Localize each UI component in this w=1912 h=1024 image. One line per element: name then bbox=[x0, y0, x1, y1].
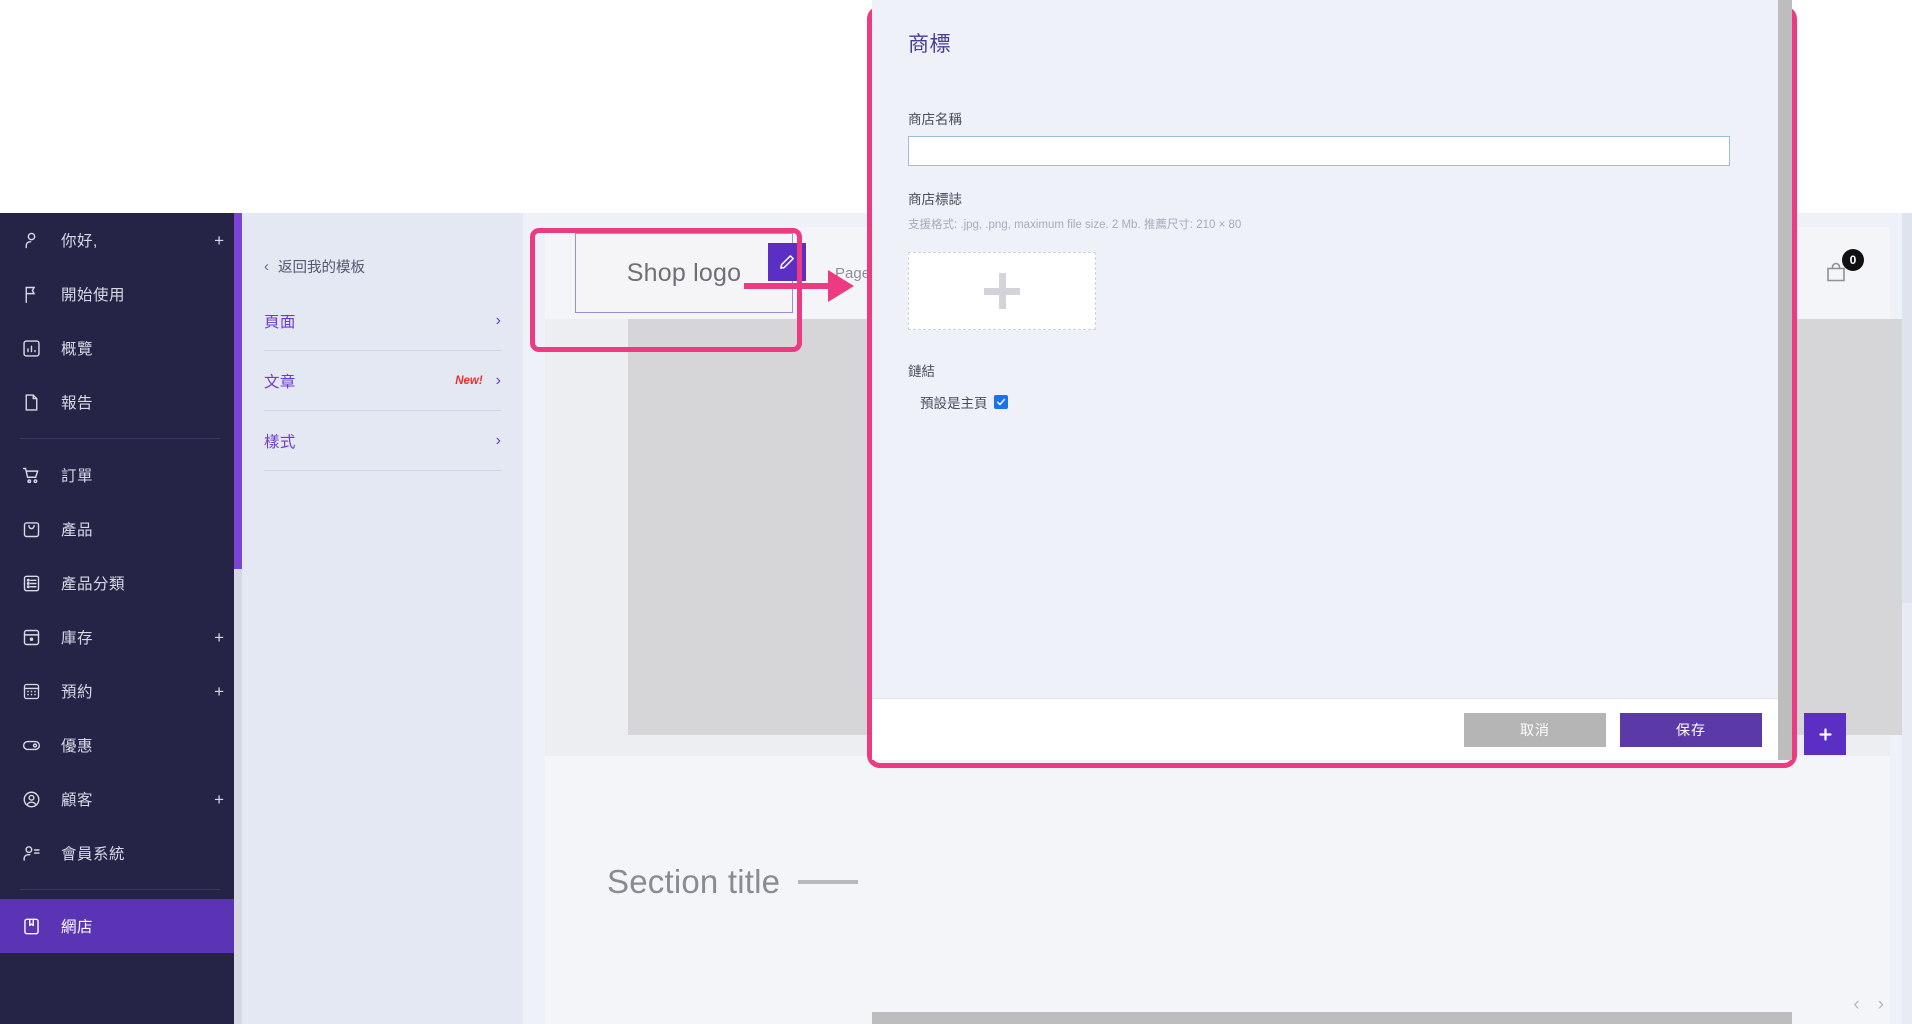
plus-icon bbox=[984, 273, 1020, 309]
sidebar-item-promotions[interactable]: 優惠 bbox=[0, 718, 242, 772]
sidebar-item-label: 網店 bbox=[61, 919, 94, 936]
plus-icon bbox=[1818, 727, 1832, 741]
bag-icon bbox=[20, 518, 42, 540]
check-icon bbox=[996, 398, 1005, 406]
sidebar-item-label: 會員系統 bbox=[61, 846, 126, 863]
default-homepage-checkbox[interactable] bbox=[993, 395, 1008, 409]
sidebar-item-orders[interactable]: 訂單 bbox=[0, 448, 242, 502]
sidebar-item-bookings[interactable]: 預約 + bbox=[0, 664, 242, 718]
canvas-scrollbar[interactable] bbox=[1902, 213, 1912, 1024]
template-panel: ‹ 返回我的模板 頁面 › 文章 New! › 樣式 › bbox=[242, 213, 523, 1024]
sidebar-item-label: 庫存 bbox=[61, 630, 94, 647]
logo-modal-footer: 取消 保存 bbox=[872, 698, 1792, 760]
sidebar-item-label: 預約 bbox=[61, 684, 94, 701]
sidebar-item-label: 產品分類 bbox=[61, 576, 126, 593]
chevron-right-icon: › bbox=[495, 431, 501, 449]
sidebar-item-membership[interactable]: 會員系統 bbox=[0, 826, 242, 880]
section-title-group: Section title bbox=[607, 863, 859, 901]
save-button[interactable]: 保存 bbox=[1620, 712, 1762, 747]
sidebar-item-online-store[interactable]: 網店 bbox=[0, 899, 242, 953]
panel-row-label: 樣式 bbox=[264, 433, 296, 451]
calendar-icon bbox=[20, 680, 42, 702]
sidebar-item-label: 產品 bbox=[61, 522, 94, 539]
sidebar-item-greeting[interactable]: 你好, + bbox=[0, 213, 242, 267]
callout-arrow-head bbox=[828, 270, 854, 302]
link-section-label: 鏈結 bbox=[908, 364, 935, 379]
sidebar-divider-bottom bbox=[20, 889, 220, 890]
canvas-scrollbar-thumb[interactable] bbox=[1902, 213, 1912, 603]
sidebar-item-label: 報告 bbox=[61, 395, 94, 412]
cancel-button[interactable]: 取消 bbox=[1464, 712, 1606, 747]
list-icon bbox=[20, 572, 42, 594]
flag-icon bbox=[20, 283, 42, 305]
panel-row-label: 頁面 bbox=[264, 313, 296, 331]
section-title-rule bbox=[798, 880, 859, 884]
sidebar-item-customers[interactable]: 顧客 + bbox=[0, 772, 242, 826]
plus-icon[interactable]: + bbox=[214, 232, 224, 249]
sidebar-divider bbox=[20, 438, 220, 439]
shop-name-input[interactable] bbox=[908, 136, 1730, 166]
logo-modal-title: 商標 bbox=[908, 33, 951, 56]
next-arrow-icon[interactable]: › bbox=[1878, 994, 1884, 1016]
chevron-left-icon: ‹ bbox=[264, 257, 269, 275]
logo-modal-body: 商標 商店名稱 商店標誌 支援格式: .jpg, .png, maximum f… bbox=[872, 0, 1792, 698]
back-to-templates-button[interactable]: ‹ 返回我的模板 bbox=[264, 241, 501, 291]
screen-root: 你好, + 開始使用 概覽 報告 訂單 產品 產品分類 庫存 + 預約 + 優惠… bbox=[0, 0, 1912, 1024]
sidebar-item-get-started[interactable]: 開始使用 bbox=[0, 267, 242, 321]
default-homepage-row[interactable]: 預設是主頁 bbox=[920, 392, 1756, 412]
sidebar-scrollbar-thumb[interactable] bbox=[234, 213, 242, 569]
shop-logo-label: 商店標誌 bbox=[908, 192, 962, 207]
modal-scrollbar[interactable] bbox=[1778, 0, 1792, 760]
sidebar-item-overview[interactable]: 概覽 bbox=[0, 321, 242, 375]
panel-row-articles[interactable]: 文章 New! › bbox=[264, 351, 501, 411]
plus-icon[interactable]: + bbox=[214, 629, 224, 646]
modal-horizontal-scrollbar[interactable] bbox=[872, 1012, 1792, 1024]
logo-upload-dropzone[interactable] bbox=[908, 252, 1096, 330]
plus-icon[interactable]: + bbox=[214, 791, 224, 808]
sidebar-item-products[interactable]: 產品 bbox=[0, 502, 242, 556]
back-to-templates-label: 返回我的模板 bbox=[278, 259, 365, 276]
sidebar-item-label: 優惠 bbox=[61, 738, 94, 755]
chevron-right-icon: › bbox=[495, 371, 501, 389]
highlight-logo-callout bbox=[530, 228, 802, 352]
default-homepage-label: 預設是主頁 bbox=[920, 396, 988, 411]
sidebar-item-label: 訂單 bbox=[61, 468, 94, 485]
cart-icon bbox=[20, 464, 42, 486]
customer-icon bbox=[20, 788, 42, 810]
sidebar-item-inventory[interactable]: 庫存 + bbox=[0, 610, 242, 664]
section-title-text: Section title bbox=[607, 863, 781, 900]
logo-modal: 商標 商店名稱 商店標誌 支援格式: .jpg, .png, maximum f… bbox=[872, 0, 1792, 760]
user-icon bbox=[20, 229, 42, 251]
cart-count-badge: 0 bbox=[1842, 249, 1864, 271]
sidebar-item-label: 你好, bbox=[61, 233, 98, 250]
shop-name-label: 商店名稱 bbox=[908, 112, 962, 127]
sidebar-item-label: 概覽 bbox=[61, 341, 94, 358]
members-icon bbox=[20, 842, 42, 864]
field-spacer bbox=[908, 166, 1756, 188]
sidebar-item-label: 開始使用 bbox=[61, 287, 126, 304]
sidebar-scrollbar[interactable] bbox=[234, 213, 242, 1024]
chart-icon bbox=[20, 337, 42, 359]
new-badge: New! bbox=[455, 374, 483, 387]
store-icon bbox=[20, 915, 42, 937]
plus-icon[interactable]: + bbox=[214, 683, 224, 700]
canvas-pagination-arrows: ‹ › bbox=[1853, 994, 1884, 1016]
sidebar-item-reports[interactable]: 報告 bbox=[0, 375, 242, 429]
tag-icon bbox=[20, 734, 42, 756]
main-sidebar: 你好, + 開始使用 概覽 報告 訂單 產品 產品分類 庫存 + 預約 + 優惠… bbox=[0, 213, 242, 1024]
sidebar-item-label: 顧客 bbox=[61, 792, 94, 809]
chevron-right-icon: › bbox=[495, 311, 501, 329]
sidebar-item-product-categories[interactable]: 產品分類 bbox=[0, 556, 242, 610]
panel-row-label: 文章 bbox=[264, 373, 296, 391]
add-section-button[interactable] bbox=[1804, 713, 1846, 755]
panel-row-pages[interactable]: 頁面 › bbox=[264, 291, 501, 351]
prev-arrow-icon[interactable]: ‹ bbox=[1853, 994, 1859, 1016]
panel-row-styles[interactable]: 樣式 › bbox=[264, 411, 501, 471]
document-icon bbox=[20, 391, 42, 413]
inventory-icon bbox=[20, 626, 42, 648]
header-right-group: 0 bbox=[1824, 249, 1864, 285]
shop-logo-help-text: 支援格式: .jpg, .png, maximum file size. 2 M… bbox=[908, 219, 1242, 231]
